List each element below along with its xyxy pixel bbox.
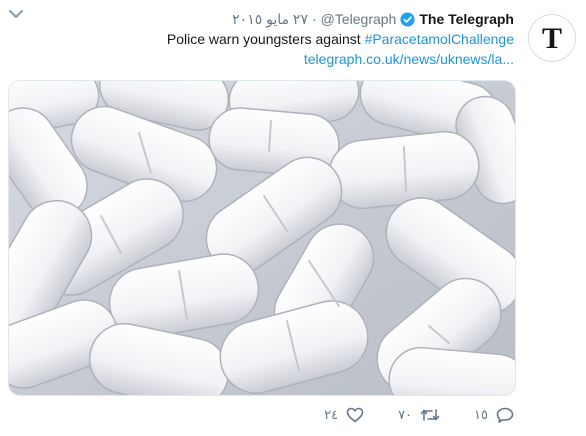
retweet-button[interactable]: ٧٠ <box>398 407 440 423</box>
hashtag-link[interactable]: #ParacetamolChallenge <box>365 31 514 47</box>
reply-icon <box>496 407 514 423</box>
reply-count: ١٥ <box>474 407 488 422</box>
author-name[interactable]: The Telegraph <box>419 11 514 27</box>
like-count: ٢٤ <box>324 407 339 422</box>
article-link[interactable]: telegraph.co.uk/news/uknews/la... <box>304 49 514 69</box>
tweet-photo[interactable] <box>8 80 516 396</box>
header-separator: · <box>311 11 317 27</box>
tweet-text-body: Police warn youngsters against <box>166 31 365 47</box>
chevron-down-icon[interactable] <box>8 8 24 20</box>
retweet-icon <box>420 409 440 421</box>
avatar-letter: T <box>542 22 562 55</box>
like-button[interactable]: ٢٤ <box>324 407 364 423</box>
embedded-tweet: T The Telegraph @Telegraph · ٢٧ مايو ٢٠١… <box>0 0 586 436</box>
tweet-actions: ١٥ ٧٠ ٢٤ <box>324 404 514 426</box>
telegraph-logo-icon: T <box>542 22 562 55</box>
tweet-date[interactable]: ٢٧ مايو ٢٠١٥ <box>232 11 308 28</box>
verified-badge-icon <box>400 11 415 27</box>
author-handle[interactable]: @Telegraph <box>321 11 397 27</box>
tweet-header: The Telegraph @Telegraph · ٢٧ مايو ٢٠١٥ <box>232 9 514 29</box>
reply-button[interactable]: ١٥ <box>474 407 514 423</box>
heart-icon <box>346 407 364 423</box>
avatar[interactable]: T <box>528 14 576 62</box>
paracetamol-pills-photo <box>9 81 515 395</box>
retweet-count: ٧٠ <box>398 407 413 422</box>
tweet-text: Police warn youngsters against #Paraceta… <box>167 29 514 49</box>
